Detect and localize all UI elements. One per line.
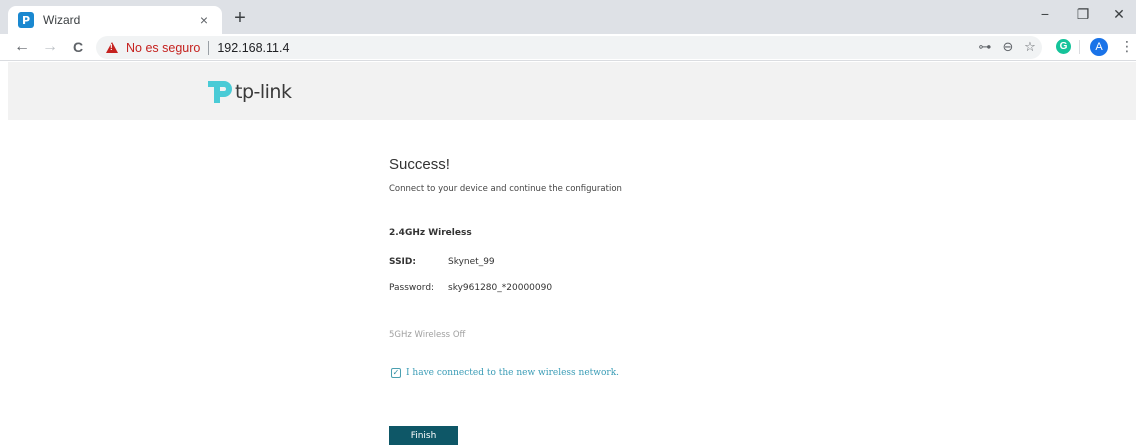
reload-button[interactable]: C <box>68 38 88 56</box>
restore-button[interactable]: ❐ <box>1068 6 1098 23</box>
forward-button[interactable]: → <box>40 38 60 56</box>
tab-close-icon[interactable]: × <box>196 12 212 28</box>
finish-button[interactable]: Finish <box>389 426 458 445</box>
warning-icon <box>106 42 118 53</box>
profile-avatar[interactable]: A <box>1090 38 1108 56</box>
omnibox-separator <box>208 40 210 55</box>
ssid-label: SSID: <box>389 257 416 267</box>
grammarly-extension-icon[interactable]: G <box>1056 39 1071 54</box>
page-header: tp-link <box>8 62 1136 120</box>
connected-checkbox[interactable]: ✓ <box>391 368 401 378</box>
security-status[interactable]: No es seguro <box>126 41 200 55</box>
wireless-5ghz-status: 5GHz Wireless Off <box>389 330 466 340</box>
tp-link-logo: tp-link <box>206 79 292 105</box>
tab-wizard[interactable]: P Wizard × <box>8 6 222 34</box>
wireless-24ghz-heading: 2.4GHz Wireless <box>389 228 472 238</box>
tab-strip: P Wizard × + − ❐ ✕ <box>0 0 1136 34</box>
new-tab-button[interactable]: + <box>228 8 252 28</box>
back-button[interactable]: ← <box>12 38 32 56</box>
browser-menu-icon[interactable]: ⋮ <box>1120 38 1134 55</box>
minimize-button[interactable]: − <box>1030 6 1060 22</box>
page-title: Success! <box>389 156 450 173</box>
close-window-button[interactable]: ✕ <box>1104 6 1134 23</box>
logo-text: tp-link <box>235 81 292 103</box>
tp-link-logo-icon <box>208 81 232 103</box>
zoom-icon[interactable]: ⊖ <box>999 40 1017 54</box>
password-value: sky961280_*20000090 <box>448 283 553 293</box>
page-subtitle: Connect to your device and continue the … <box>389 184 622 194</box>
address-bar[interactable]: No es seguro 192.168.11.4 <box>96 36 1042 59</box>
bookmark-star-icon[interactable]: ☆ <box>1021 40 1039 54</box>
ssid-value: Skynet_99 <box>448 257 495 267</box>
key-icon[interactable]: ⊶ <box>976 40 994 54</box>
connected-checkbox-label[interactable]: I have connected to the new wireless net… <box>406 368 619 378</box>
tab-title: Wizard <box>43 13 81 27</box>
url-text[interactable]: 192.168.11.4 <box>217 41 289 55</box>
password-label: Password: <box>389 283 435 293</box>
toolbar-divider <box>1079 40 1080 54</box>
tp-link-favicon-icon: P <box>18 12 34 28</box>
browser-toolbar: ← → C No es seguro 192.168.11.4 ⊶ ⊖ ☆ <box>0 34 1136 61</box>
connected-checkbox-row[interactable]: ✓ I have connected to the new wireless n… <box>391 368 619 378</box>
